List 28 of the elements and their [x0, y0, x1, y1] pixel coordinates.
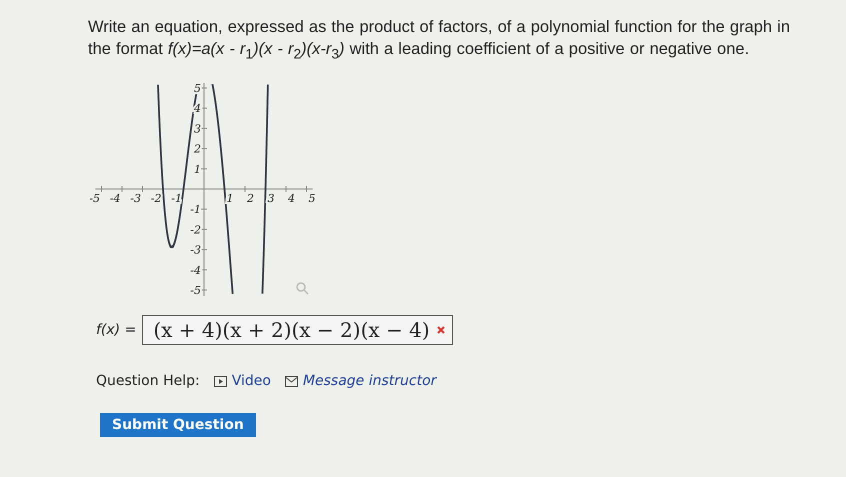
y-tick-label: 1 [194, 163, 201, 176]
message-link[interactable]: Message instructor [284, 373, 436, 390]
x-tick-label: 2 [247, 192, 254, 206]
y-tick-label: -3 [190, 244, 201, 257]
submit-button[interactable]: Submit Question [100, 413, 256, 438]
y-tick-label: -1 [190, 204, 201, 216]
y-tick-label: 2 [194, 142, 201, 156]
x-tick-label: -2 [150, 192, 162, 206]
y-tick-label: 3 [194, 122, 201, 136]
y-tick-label: -5 [190, 284, 201, 298]
answer-field[interactable]: (x + 4)(x + 2)(x − 2)(x − 4) [142, 315, 453, 346]
x-tick-label: -4 [110, 192, 120, 206]
video-link[interactable]: Video [214, 373, 271, 390]
envelope-icon [284, 376, 298, 387]
x-tick-label: -1 [171, 192, 182, 206]
x-tick-label: 1 [226, 192, 234, 206]
x-tick-label: 4 [288, 192, 295, 206]
x-tick-label: 5 [308, 192, 316, 206]
zoom-icon[interactable] [296, 282, 309, 295]
video-icon [214, 376, 227, 387]
answer-label: f(x) = [96, 322, 136, 338]
x-tick-label: -3 [130, 192, 141, 206]
question-text: Write an equation, expressed as the product of factors, of a polynomial function for the graph in the format f(x)=a(x - r$_{1}$)(x - r$_{2}$)(x-r$_{3}$) with a leading coefficient of a positive or negative one. [88, 17, 792, 64]
x-tick-label: 3 [268, 192, 274, 206]
y-tick-label: -4 [190, 264, 201, 278]
y-tick-label: -2 [190, 224, 201, 237]
help-label: Question Help: [96, 373, 200, 390]
x-tick-label: -5 [90, 192, 100, 206]
